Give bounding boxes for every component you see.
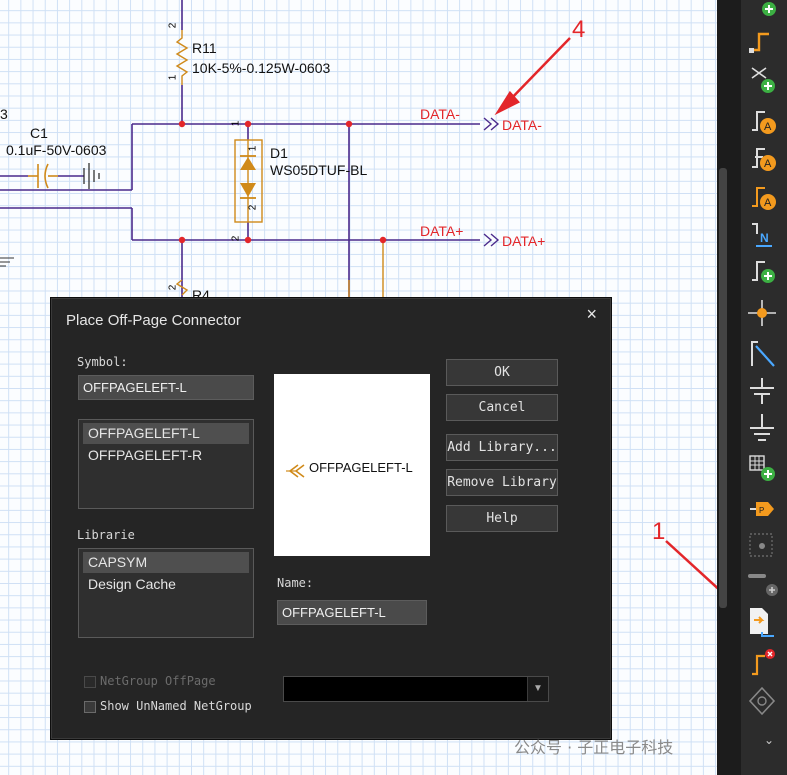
place-hierarchical-port-icon[interactable]: P [738, 494, 787, 524]
dialog-title: Place Off-Page Connector [66, 312, 241, 329]
libraries-list[interactable]: CAPSYM Design Cache [78, 548, 254, 638]
pin-number: 1 [167, 74, 179, 81]
annotation-number-1: 1 [652, 518, 666, 545]
name-input[interactable]: OFFPAGELEFT-L [277, 600, 427, 625]
place-bus-icon[interactable] [738, 62, 787, 93]
place-hierarchical-block-icon[interactable] [738, 452, 787, 482]
pin-number: 2 [167, 284, 179, 291]
place-no-erc-marker-icon[interactable] [738, 646, 787, 676]
add-library-button[interactable]: Add Library... [446, 434, 558, 461]
show-unnamed-netgroup-checkbox[interactable] [84, 701, 96, 713]
ok-button[interactable]: OK [446, 359, 558, 386]
annotation-number-4: 4 [572, 16, 586, 43]
remove-library-button[interactable]: Remove Library [446, 469, 558, 496]
pin-number: 2 [247, 204, 259, 211]
net-label-data-plus[interactable]: DATA+ [420, 223, 463, 239]
pin-number: 2 [230, 235, 242, 242]
net-label-data-minus[interactable]: DATA- [420, 106, 460, 122]
pin-number: 1 [230, 120, 242, 127]
name-label: Name: [277, 576, 314, 590]
place-bus-entry-icon[interactable]: A [738, 182, 787, 212]
place-ieee-symbol-icon[interactable] [738, 686, 787, 716]
place-power-icon[interactable] [738, 376, 787, 406]
place-no-erc-icon[interactable] [738, 568, 787, 598]
library-list-item[interactable]: Design Cache [83, 574, 249, 595]
svg-text:A: A [764, 197, 772, 209]
d1-value: WS05DTUF-BL [270, 162, 368, 178]
resistor-r11-symbol [175, 30, 189, 85]
library-list-item[interactable]: CAPSYM [83, 552, 249, 573]
c1-reference: C1 [30, 125, 48, 141]
symbol-preview: OFFPAGELEFT-L [274, 374, 430, 556]
pin-number: 2 [167, 22, 179, 29]
symbol-list-item[interactable]: OFFPAGELEFT-R [83, 445, 249, 466]
help-button[interactable]: Help [446, 505, 558, 532]
chevron-down-icon[interactable]: ▼ [527, 677, 548, 701]
svg-text:A: A [764, 158, 772, 170]
place-net-group-icon[interactable]: N [738, 220, 787, 250]
pin-number: 1 [247, 145, 259, 152]
preview-label: OFFPAGELEFT-L [309, 460, 413, 475]
watermark: 公众号 · 子正电子科技 [514, 738, 674, 757]
symbol-list-item[interactable]: OFFPAGELEFT-L [83, 423, 249, 444]
r11-reference: R11 [192, 40, 217, 56]
symbol-input[interactable]: OFFPAGELEFT-L [78, 375, 254, 400]
show-unnamed-netgroup-label: Show UnNamed NetGroup [100, 699, 252, 713]
offpage-connector-data-minus[interactable]: DATA- [502, 117, 542, 133]
place-hierarchical-pin-icon[interactable] [738, 530, 787, 560]
d1-reference: D1 [270, 145, 288, 161]
svg-text:P: P [759, 506, 764, 515]
place-net-alias-alt-icon[interactable]: A [738, 143, 787, 173]
toolbar-collapse-icon[interactable]: ⌄ [764, 733, 774, 747]
place-no-connect-icon[interactable] [738, 256, 787, 286]
symbol-list[interactable]: OFFPAGELEFT-L OFFPAGELEFT-R [78, 419, 254, 509]
capacitor-c1-symbol [28, 163, 58, 189]
libraries-label: Librarie [77, 528, 135, 542]
close-icon[interactable]: × [586, 304, 597, 325]
place-junction-icon[interactable] [738, 298, 787, 328]
place-net-alias-icon[interactable]: A [738, 106, 787, 136]
place-wire-icon[interactable] [738, 26, 787, 56]
svg-text:N: N [760, 231, 769, 245]
c1-value: 0.1uF-50V-0603 [6, 142, 107, 158]
cancel-button[interactable]: Cancel [446, 394, 558, 421]
toolbar-scrollbar-thumb[interactable] [719, 168, 727, 608]
cut-off-text: 3 [0, 106, 8, 122]
netgroup-combo[interactable]: ▼ [283, 676, 549, 702]
place-off-page-connector-icon[interactable] [738, 604, 787, 637]
r11-value: 10K-5%-0.125W-0603 [192, 60, 331, 76]
svg-text:A: A [764, 121, 772, 133]
symbol-label: Symbol: [77, 355, 128, 369]
place-bus-line-icon[interactable] [738, 336, 787, 367]
place-off-page-connector-dialog: Place Off-Page Connector × Symbol: OFFPA… [50, 297, 612, 740]
offpage-connector-data-plus[interactable]: DATA+ [502, 233, 545, 249]
place-ground-icon[interactable] [738, 412, 787, 442]
netgroup-offpage-label: NetGroup OffPage [100, 674, 216, 688]
netgroup-offpage-checkbox[interactable] [84, 676, 96, 688]
